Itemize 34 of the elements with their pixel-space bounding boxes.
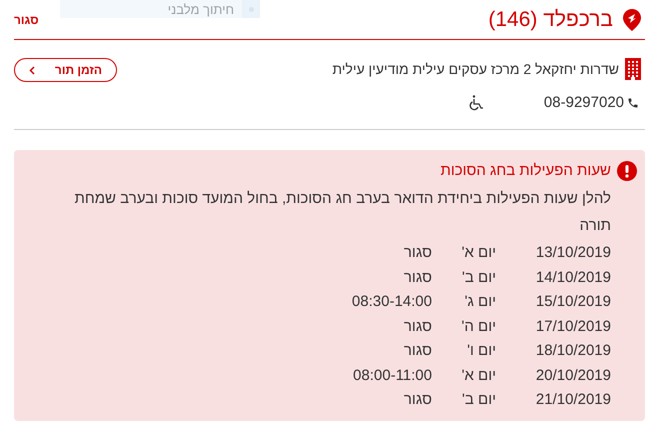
hours-cell-text: סגור [402,243,432,263]
date-cell-text: 17/10/2019 [534,316,611,336]
day-cell-text: יום ב' [461,390,496,410]
date-cell-text: 15/10/2019 [534,292,611,312]
hours-cell-text: סגור [402,341,432,361]
location-pin-icon [623,8,641,30]
phone-icon [627,97,639,110]
date-cell-text: 13/10/2019 [534,243,611,263]
day-cell-text: יום ה' [460,316,496,336]
branch-title: ברכפלד (146) [488,6,613,33]
notice-title: שעות הפעילות בחג הסוכות [440,160,611,180]
hours-cell-text: 08:00-11:00 [352,366,432,386]
menu-item: חיתוך מלבני [168,2,234,16]
day-cell-text: יום א' [460,366,496,386]
close-link[interactable]: סגור [14,10,39,28]
hours-cell-text: 08:30-14:00 [350,292,432,312]
phone-number: 08-9297020 [544,93,624,113]
day-cell-text: יום ו' [466,341,496,361]
day-cell-text: יום א' [460,243,496,263]
day-cell-text: יום ג' [464,292,496,312]
building-icon [625,58,641,80]
hours-cell-text: סגור [402,390,432,410]
notice-text: להלן שעות הפעילות ביחידת הדואר בערב חג הסוכות, בחול המועד סוכות ובערב שמחת תורה [74,189,611,236]
date-cell-text: 18/10/2019 [534,341,611,361]
date-cell-text: 21/10/2019 [534,390,611,410]
chevron-icon [29,66,35,74]
date-cell-text: 14/10/2019 [534,268,611,288]
hours-cell-text: סגור [402,268,432,288]
hours-cell-text: סגור [402,316,432,336]
date-cell-text: 20/10/2019 [534,366,611,386]
book-appointment-button[interactable]: הזמן תור [14,58,117,82]
day-cell-text: יום ב' [461,268,496,288]
address-text: שדרות יחזקאל 2 מרכז עסקים עילית מודיעין עילית [332,60,619,79]
alert-icon [617,160,637,181]
